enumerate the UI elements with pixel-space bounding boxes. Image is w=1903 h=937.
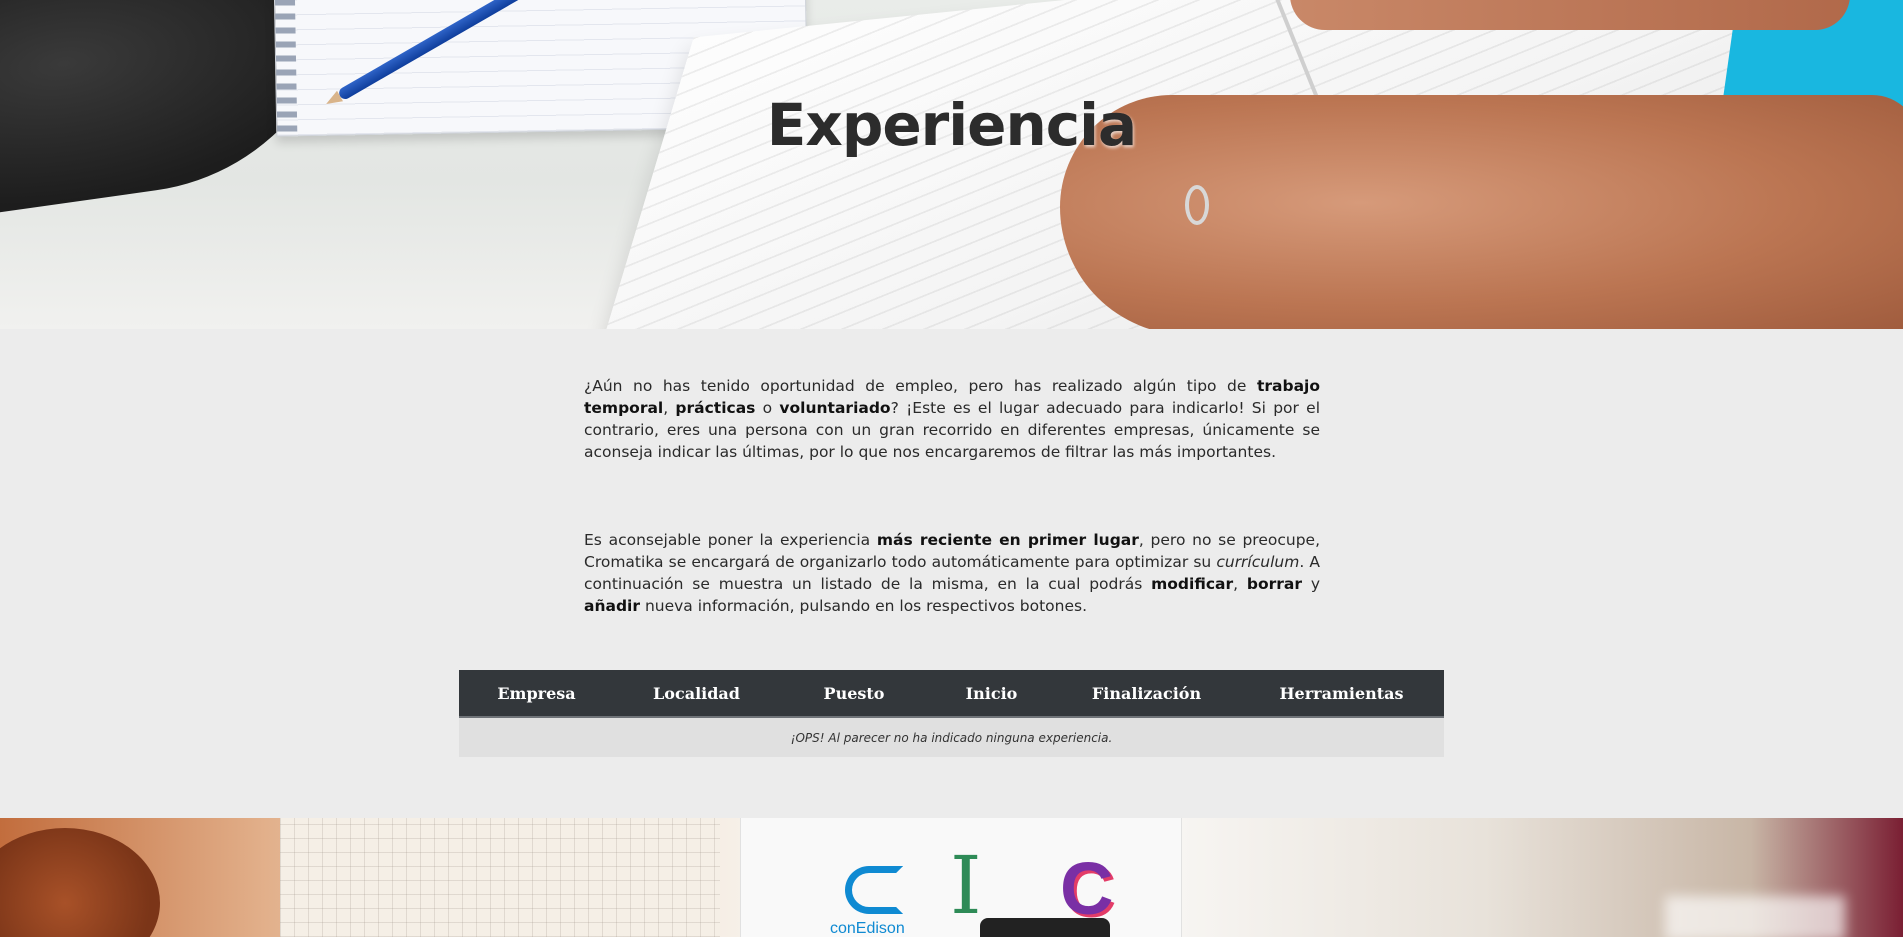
text-run: y [1302, 575, 1320, 593]
italic-text: currículum [1216, 553, 1300, 571]
emphasis-text: modificar [1151, 575, 1234, 593]
text-run: , [663, 399, 676, 417]
hero-banner: Experiencia [0, 0, 1903, 329]
table-header-row: Empresa Localidad Puesto Inicio Finaliza… [459, 670, 1444, 718]
footer-pot-shape [0, 828, 160, 937]
empty-state-message: ¡OPS! Al parecer no ha indicado ninguna … [790, 730, 1113, 745]
experience-table: Empresa Localidad Puesto Inicio Finaliza… [459, 670, 1444, 757]
text-run: ¿Aún no has tenido oportunidad de empleo… [584, 377, 1257, 395]
intro-paragraph-1: ¿Aún no has tenido oportunidad de empleo… [584, 375, 1320, 463]
footer-grid-paper [280, 818, 720, 937]
text-run: , [1233, 575, 1247, 593]
footer-dark-tab [980, 918, 1110, 937]
c-logo-icon: C [1060, 847, 1114, 930]
emphasis-text: borrar [1246, 575, 1303, 593]
column-header-empresa[interactable]: Empresa [459, 684, 614, 703]
column-header-puesto[interactable]: Puesto [779, 684, 929, 703]
emphasis-text: prácticas [675, 399, 756, 417]
conedison-logo-icon [845, 866, 903, 914]
intro-section: ¿Aún no has tenido oportunidad de empleo… [584, 375, 1320, 617]
emphasis-text: voluntariado [779, 399, 891, 417]
hero-ring-shape [1185, 185, 1209, 225]
emphasis-text: añadir [584, 597, 641, 615]
column-header-inicio[interactable]: Inicio [929, 684, 1054, 703]
footer-blur-overlay [1665, 896, 1845, 937]
text-run: Es aconsejable poner la experiencia [584, 531, 877, 549]
emphasis-text: más reciente en primer lugar [876, 531, 1139, 549]
column-header-finalizacion[interactable]: Finalización [1054, 684, 1239, 703]
conedison-logo-text: conEdison [830, 920, 905, 937]
column-header-herramientas[interactable]: Herramientas [1239, 684, 1444, 703]
intro-paragraph-2: Es aconsejable poner la experiencia más … [584, 529, 1320, 617]
footer-banner: conEdison I C [0, 818, 1903, 937]
text-run: nueva información, pulsando en los respe… [640, 597, 1088, 615]
i-logo-icon: I [950, 839, 982, 932]
table-empty-row: ¡OPS! Al parecer no ha indicado ninguna … [459, 718, 1444, 757]
text-run: o [755, 399, 780, 417]
hero-hand-top-shape [1290, 0, 1850, 30]
page-title: Experiencia [766, 90, 1137, 159]
column-header-localidad[interactable]: Localidad [614, 684, 779, 703]
